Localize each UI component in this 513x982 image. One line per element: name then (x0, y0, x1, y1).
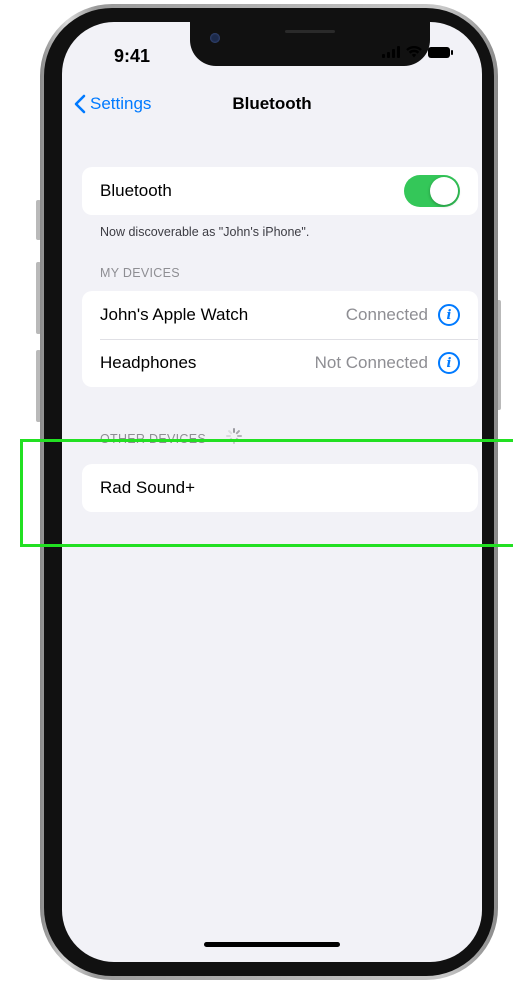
home-indicator (204, 942, 340, 947)
front-camera (210, 33, 220, 43)
device-status: Not Connected (314, 353, 428, 372)
page-title: Bluetooth (232, 94, 312, 113)
status-icons (382, 46, 453, 58)
device-name: Headphones (100, 353, 197, 372)
device-row-apple-watch[interactable]: John's Apple Watch Connected i (82, 291, 478, 339)
my-devices-header: MY DEVICES (100, 266, 180, 280)
info-icon[interactable]: i (438, 304, 460, 326)
notch (190, 22, 430, 66)
discoverable-note: Now discoverable as "John's iPhone". (100, 225, 310, 239)
info-icon[interactable]: i (438, 352, 460, 374)
bluetooth-toggle[interactable] (404, 175, 460, 207)
bluetooth-row: Bluetooth (82, 167, 478, 215)
navigation-bar: Settings Bluetooth (62, 90, 482, 120)
wifi-icon (406, 46, 422, 58)
bluetooth-group: Bluetooth (82, 167, 478, 215)
bluetooth-label: Bluetooth (100, 181, 172, 200)
battery-icon (428, 46, 453, 58)
speaker-grille (285, 30, 335, 33)
status-time: 9:41 (114, 46, 151, 66)
device-name: John's Apple Watch (100, 305, 249, 324)
signal-icon (382, 46, 400, 58)
my-devices-group: John's Apple Watch Connected i Headphone… (82, 291, 478, 387)
device-status: Connected (345, 305, 428, 324)
stage: 9:41 Settings Bluetooth Bluetooth Now di… (0, 0, 513, 982)
device-row-headphones[interactable]: Headphones Not Connected i (82, 339, 478, 387)
highlight-box (20, 439, 513, 547)
